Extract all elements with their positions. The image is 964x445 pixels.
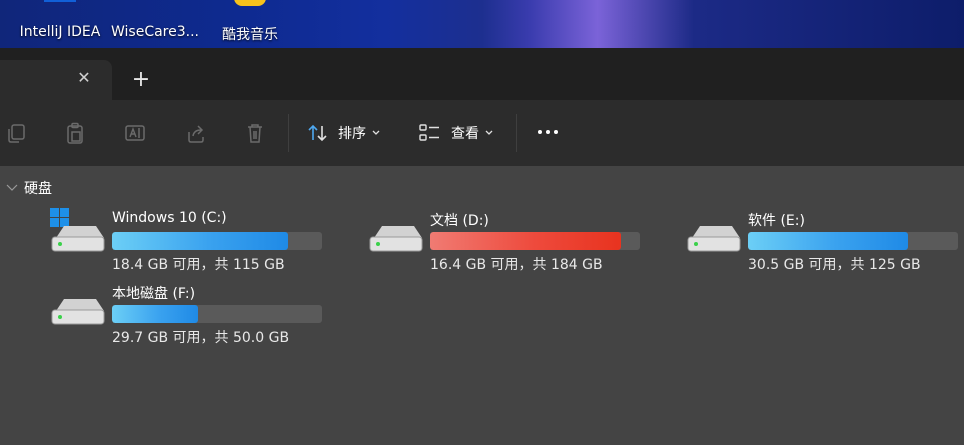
sort-icon: [308, 124, 327, 142]
drive-space-info: 30.5 GB 可用，共 125 GB: [748, 257, 921, 273]
command-bar: 排序 查看: [0, 100, 964, 166]
drive-usage-fill: [430, 232, 622, 250]
drive-usage-bar: [112, 232, 322, 250]
intellij-idea-icon: [44, 0, 76, 2]
paste-icon[interactable]: [65, 122, 85, 144]
desktop-icon-label: IntelliJ IDEA: [19, 24, 101, 40]
more-icon[interactable]: [536, 120, 560, 144]
delete-icon[interactable]: [245, 122, 265, 144]
view-icon: [419, 124, 439, 141]
view-label: 查看: [451, 126, 479, 142]
drive-usage-bar: [748, 232, 958, 250]
rename-icon[interactable]: [125, 122, 145, 144]
drive-f[interactable]: 本地磁盘 (F:) 29.7 GB 可用，共 50.0 GB: [50, 281, 330, 347]
drive-space-info: 18.4 GB 可用，共 115 GB: [112, 257, 285, 273]
drive-c[interactable]: Windows 10 (C:) 18.4 GB 可用，共 115 GB: [50, 208, 330, 274]
drive-usage-fill: [112, 232, 289, 250]
drives-view: 硬盘 Windows 10 (C:) 18.4 GB 可用，共 115 GB 文…: [0, 166, 964, 445]
close-tab-button[interactable]: ✕: [74, 68, 94, 88]
desktop-icon-wisecare[interactable]: WiseCare3...: [105, 0, 205, 48]
toolbar-separator: [516, 114, 517, 152]
drive-name: Windows 10 (C:): [112, 210, 227, 226]
share-icon[interactable]: [186, 122, 206, 144]
drive-e[interactable]: 软件 (E:) 30.5 GB 可用，共 125 GB: [686, 208, 964, 274]
chevron-down-icon: [485, 130, 493, 135]
desktop-background: IntelliJ IDEA WiseCare3... 酷我音乐: [0, 0, 964, 48]
chevron-down-icon: [372, 130, 380, 135]
sort-label: 排序: [338, 126, 366, 142]
hard-drive-icon: [51, 299, 105, 325]
drive-usage-fill: [748, 232, 908, 250]
drive-name: 软件 (E:): [748, 213, 805, 229]
tab-bar: ✕ +: [0, 48, 964, 100]
drive-usage-fill: [112, 305, 199, 323]
toolbar-separator: [288, 114, 289, 152]
desktop-icon-intellij[interactable]: IntelliJ IDEA: [10, 0, 110, 48]
drive-name: 文档 (D:): [430, 213, 489, 229]
view-button[interactable]: 查看: [419, 118, 493, 148]
drive-space-info: 29.7 GB 可用，共 50.0 GB: [112, 330, 290, 346]
copy-icon[interactable]: [6, 122, 26, 144]
wisecare-shield-icon: [133, 0, 177, 20]
sort-button[interactable]: 排序: [308, 118, 380, 148]
desktop-icon-label: 酷我音乐: [222, 27, 278, 43]
hard-drive-icon: [687, 226, 741, 252]
chevron-down-icon: [6, 184, 18, 191]
group-label: 硬盘: [24, 181, 52, 197]
hard-drive-icon: [50, 208, 105, 252]
drive-usage-bar: [430, 232, 640, 250]
drive-usage-bar: [112, 305, 322, 323]
new-tab-button[interactable]: +: [128, 68, 154, 94]
desktop-icon-kuwo[interactable]: 酷我音乐: [200, 0, 300, 48]
tab-active[interactable]: ✕: [0, 60, 112, 100]
desktop-icon-label: WiseCare3...: [110, 24, 199, 40]
drive-name: 本地磁盘 (F:): [112, 286, 196, 302]
hard-drive-icon: [369, 226, 423, 252]
drive-space-info: 16.4 GB 可用，共 184 GB: [430, 257, 603, 273]
group-header-hard-disks[interactable]: 硬盘: [6, 178, 52, 198]
drive-d[interactable]: 文档 (D:) 16.4 GB 可用，共 184 GB: [368, 208, 648, 274]
kuwo-music-icon: [234, 0, 266, 6]
